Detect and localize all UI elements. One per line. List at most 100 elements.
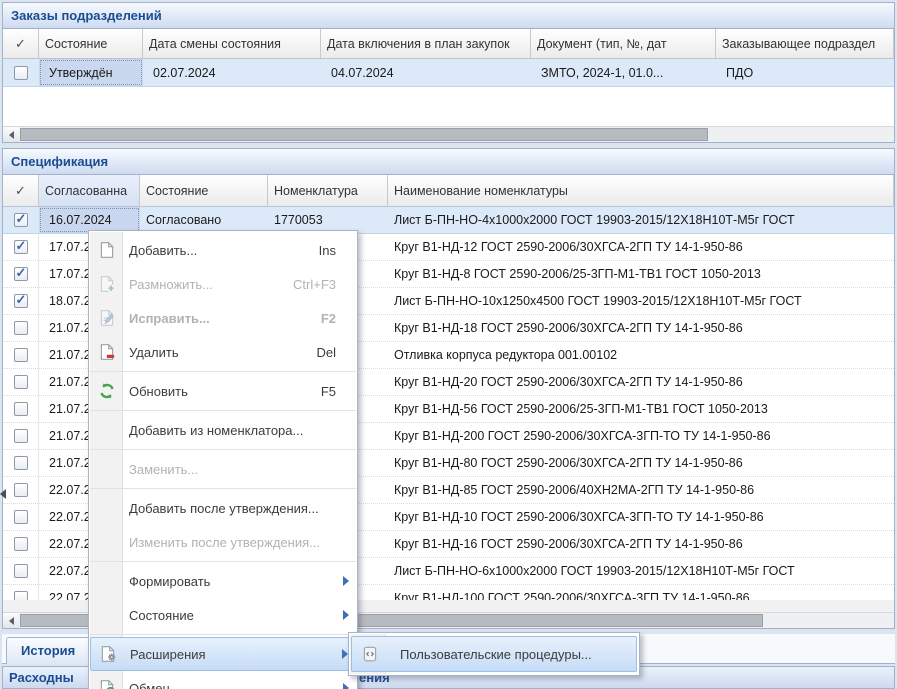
spec-row-checkbox[interactable] — [14, 321, 28, 335]
spec-row-name-cell[interactable]: Лист Б-ПН-НО-4х1000х2000 ГОСТ 19903-2015… — [388, 207, 894, 233]
orders-horizontal-scrollbar[interactable] — [3, 126, 894, 142]
orders-col-department[interactable]: Заказывающее подраздел — [716, 29, 894, 58]
menu-item-shortcut: Del — [316, 345, 336, 360]
spec-row-checkbox-cell[interactable] — [3, 396, 39, 422]
spec-row-checkbox[interactable] — [14, 375, 28, 389]
menu-item[interactable]: Изменить после утверждения... — [90, 525, 356, 559]
spec-row-checkbox-cell[interactable] — [3, 504, 39, 530]
orders-row-department-cell[interactable]: ПДО — [716, 59, 894, 86]
spec-row-checkbox[interactable] — [14, 537, 28, 551]
context-menu: Добавить...InsРазмножить...Ctrl+F3Исправ… — [88, 230, 358, 689]
tab-history[interactable]: История — [6, 637, 90, 664]
orders-scrollbar-thumb[interactable] — [20, 128, 708, 141]
orders-row-checkbox-cell[interactable] — [3, 59, 39, 86]
menu-item[interactable]: Исправить... F2 — [90, 301, 356, 335]
orders-row-document-cell[interactable]: ЗМТО, 2024-1, 01.0... — [531, 59, 716, 86]
splitter-collapse-button[interactable] — [0, 484, 9, 504]
spec-row-checkbox[interactable] — [14, 564, 28, 578]
orders-scroll-left-button[interactable] — [3, 127, 19, 142]
menu-item[interactable]: Обмен — [90, 671, 356, 689]
orders-row-state-cell[interactable]: Утверждён — [39, 59, 143, 86]
spec-row-name-cell[interactable]: Круг В1-НД-12 ГОСТ 2590-2006/30ХГСА-2ГП … — [388, 234, 894, 260]
spec-row-name-cell[interactable]: Круг В1-НД-56 ГОСТ 2590-2006/25-3ГП-М1-Т… — [388, 396, 894, 422]
orders-check-all-header[interactable]: ✓ — [3, 29, 39, 58]
menu-item[interactable]: Заменить... — [90, 452, 356, 486]
orders-column-header: ✓ Состояние Дата смены состояния Дата вк… — [3, 29, 894, 59]
submenu-arrow-icon — [343, 576, 349, 586]
spec-row-checkbox[interactable] — [14, 591, 28, 600]
spec-row-checkbox-cell[interactable] — [3, 342, 39, 368]
spec-col-state[interactable]: Состояние — [140, 175, 268, 206]
menu-item-shortcut: Ins — [319, 243, 336, 258]
spec-row-name-cell[interactable]: Круг В1-НД-10 ГОСТ 2590-2006/30ХГСА-3ГП-… — [388, 504, 894, 530]
menu-item-label: Заменить... — [129, 462, 198, 477]
menu-item[interactable]: Формировать — [90, 564, 356, 598]
spec-row-name-cell[interactable]: Отливка корпуса редуктора 001.00102 — [388, 342, 894, 368]
menu-item-label: Формировать — [129, 574, 210, 589]
orders-col-plan-date[interactable]: Дата включения в план закупок — [321, 29, 531, 58]
spec-row-checkbox[interactable] — [14, 213, 28, 227]
spec-row-name-cell[interactable]: Круг В1-НД-100 ГОСТ 2590-2006/30ХГСА-3ГП… — [388, 585, 894, 600]
spec-row-checkbox-cell[interactable] — [3, 288, 39, 314]
spec-row-name-cell[interactable]: Лист Б-ПН-НО-6х1000х2000 ГОСТ 19903-2015… — [388, 558, 894, 584]
page-sync-icon — [98, 679, 116, 689]
spec-row-checkbox[interactable] — [14, 402, 28, 416]
menu-item[interactable]: УдалитьDel — [90, 335, 356, 369]
spec-row-name-cell[interactable]: Круг В1-НД-20 ГОСТ 2590-2006/30ХГСА-2ГП … — [388, 369, 894, 395]
spec-row-checkbox[interactable] — [14, 240, 28, 254]
spec-row-name-cell[interactable]: Круг В1-НД-85 ГОСТ 2590-2006/40ХН2МА-2ГП… — [388, 477, 894, 503]
spec-row-checkbox-cell[interactable] — [3, 207, 39, 233]
spec-row-checkbox-cell[interactable] — [3, 261, 39, 287]
spec-row-checkbox[interactable] — [14, 348, 28, 362]
spec-row-checkbox-cell[interactable] — [3, 450, 39, 476]
menu-item[interactable]: Добавить из номенклатора... — [90, 413, 356, 447]
menu-item[interactable]: Расширения — [90, 637, 356, 671]
spec-row-checkbox[interactable] — [14, 267, 28, 281]
menu-item-shortcut: F2 — [321, 311, 336, 326]
spec-row-name-cell[interactable]: Круг В1-НД-200 ГОСТ 2590-2006/30ХГСА-3ГП… — [388, 423, 894, 449]
spec-row-checkbox-cell[interactable] — [3, 423, 39, 449]
menu-item[interactable]: Пользовательские процедуры... — [351, 636, 637, 672]
menu-item[interactable]: Добавить после утверждения... — [90, 491, 356, 525]
spec-row-checkbox-cell[interactable] — [3, 558, 39, 584]
orders-col-state-date[interactable]: Дата смены состояния — [143, 29, 321, 58]
menu-item[interactable]: Размножить...Ctrl+F3 — [90, 267, 356, 301]
orders-row-state-date-cell[interactable]: 02.07.2024 — [143, 59, 321, 86]
spec-row-name-cell[interactable]: Круг В1-НД-16 ГОСТ 2590-2006/30ХГСА-2ГП … — [388, 531, 894, 557]
orders-row-plan-date-cell[interactable]: 04.07.2024 — [321, 59, 531, 86]
spec-col-name[interactable]: Наименование номенклатуры — [388, 175, 894, 206]
spec-row-name-cell[interactable]: Лист Б-ПН-НО-10х1250х4500 ГОСТ 19903-201… — [388, 288, 894, 314]
spec-scroll-left-button[interactable] — [3, 613, 19, 628]
menu-item[interactable]: Добавить... Ins — [90, 233, 356, 267]
spec-col-agreed-date[interactable]: Согласованна — [39, 175, 140, 206]
menu-item-label: Добавить... — [129, 243, 197, 258]
submenu-arrow-icon — [343, 683, 349, 689]
page-minus-icon — [98, 343, 116, 361]
spec-row-checkbox-cell[interactable] — [3, 315, 39, 341]
spec-row-name-cell[interactable]: Круг В1-НД-8 ГОСТ 2590-2006/25-3ГП-М1-ТВ… — [388, 261, 894, 287]
menu-item[interactable]: ОбновитьF5 — [90, 374, 356, 408]
orders-row[interactable]: Утверждён 02.07.2024 04.07.2024 ЗМТО, 20… — [3, 59, 894, 87]
spec-row-checkbox[interactable] — [14, 483, 28, 497]
spec-row-checkbox-cell[interactable] — [3, 234, 39, 260]
menu-item-label: Исправить... — [129, 311, 210, 326]
spec-row-name-cell[interactable]: Круг В1-НД-18 ГОСТ 2590-2006/30ХГСА-2ГП … — [388, 315, 894, 341]
spec-check-all-header[interactable]: ✓ — [3, 175, 39, 206]
orders-col-state[interactable]: Состояние — [39, 29, 143, 58]
spec-col-nomenclature[interactable]: Номенклатура — [268, 175, 388, 206]
orders-row-checkbox[interactable] — [14, 66, 28, 80]
submenu-items: Пользовательские процедуры... — [351, 636, 637, 672]
spec-column-header: ✓ Согласованна Состояние Номенклатура На… — [3, 175, 894, 207]
menu-item-label: Обновить — [129, 384, 188, 399]
spec-row-checkbox[interactable] — [14, 510, 28, 524]
orders-col-document[interactable]: Документ (тип, №, дат — [531, 29, 716, 58]
spec-row-checkbox[interactable] — [14, 294, 28, 308]
spec-row-checkbox[interactable] — [14, 456, 28, 470]
spec-row-checkbox-cell[interactable] — [3, 369, 39, 395]
spec-row-name-cell[interactable]: Круг В1-НД-80 ГОСТ 2590-2006/30ХГСА-2ГП … — [388, 450, 894, 476]
bottom-panel-title-left: Расходны — [9, 670, 74, 685]
spec-row-checkbox-cell[interactable] — [3, 585, 39, 600]
spec-row-checkbox[interactable] — [14, 429, 28, 443]
menu-item[interactable]: Состояние — [90, 598, 356, 632]
spec-row-checkbox-cell[interactable] — [3, 531, 39, 557]
